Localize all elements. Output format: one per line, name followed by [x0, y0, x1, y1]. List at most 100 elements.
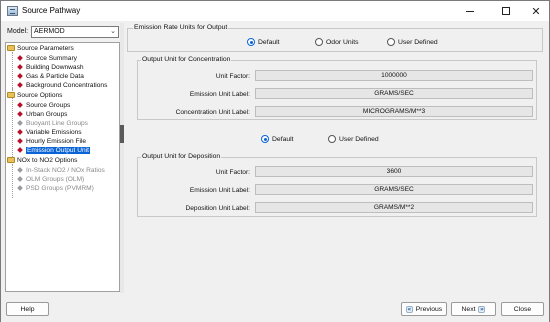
- radio-label: Default: [258, 38, 280, 46]
- radio-label: Default: [272, 135, 294, 143]
- concentration-unit-field[interactable]: MICROGRAMS/M**3: [255, 106, 533, 117]
- diamond-icon: [17, 102, 23, 109]
- app-icon: [7, 6, 18, 16]
- tree-item-label: Source Groups: [26, 102, 71, 109]
- previous-button-label: Previous: [415, 305, 443, 313]
- diamond-icon: [17, 111, 23, 118]
- diamond-icon: [17, 147, 23, 154]
- model-select[interactable]: AERMOD ⌄: [31, 26, 119, 38]
- tree-item-source-summary[interactable]: Source Summary: [17, 54, 77, 63]
- minimize-icon: [466, 10, 474, 12]
- tree-item-urban-groups[interactable]: Urban Groups: [17, 110, 67, 119]
- next-icon: »: [478, 305, 486, 313]
- tree-item-building-downwash[interactable]: Building Downwash: [17, 63, 84, 72]
- radio-user-defined-rate[interactable]: User Defined: [387, 38, 438, 46]
- diamond-icon: [17, 73, 23, 80]
- close-icon: ✕: [531, 4, 541, 18]
- tree-item-olm-groups: OLM Groups (OLM): [17, 175, 84, 184]
- radio-label: User Defined: [398, 38, 438, 46]
- tree-item-variable-emissions[interactable]: Variable Emissions: [17, 128, 82, 137]
- tree-item-label: OLM Groups (OLM): [26, 176, 85, 183]
- folder-icon: [7, 45, 15, 52]
- splitter-grip-icon[interactable]: [120, 125, 124, 143]
- concentration-unit-label-text: Concentration Unit Label:: [175, 109, 250, 116]
- diamond-icon: [17, 185, 23, 192]
- tree-item-label: Source Summary: [26, 55, 77, 62]
- tree-item-label: Source Options: [17, 92, 63, 99]
- radio-label: Odor Units: [326, 38, 359, 46]
- tree-item-label: Urban Groups: [26, 111, 68, 118]
- source-pathway-window: Source Pathway ✕ Model: AERMOD ⌄ Source …: [0, 0, 550, 322]
- chevron-down-icon: ⌄: [110, 28, 116, 35]
- diamond-icon: [17, 64, 23, 71]
- tree-item-label: Building Downwash: [26, 64, 84, 71]
- deposition-unit-field[interactable]: GRAMS/M**2: [255, 202, 533, 213]
- tree-folder-source-parameters[interactable]: Source Parameters: [7, 44, 74, 53]
- tree-item-in-stack-ratios: In-Stack NO2 / NOx Ratios: [17, 166, 105, 175]
- panel-splitter[interactable]: [120, 23, 124, 293]
- emission-unit-field[interactable]: GRAMS/SEC: [255, 88, 533, 99]
- close-window-button[interactable]: ✕: [521, 1, 550, 21]
- tree-item-label: In-Stack NO2 / NOx Ratios: [26, 167, 105, 174]
- radio-selected-icon: [247, 38, 255, 46]
- title-bar: Source Pathway ✕: [1, 1, 549, 21]
- tree-item-label: Emission Output Unit: [26, 147, 90, 154]
- deposition-unit-factor-field[interactable]: 3600: [255, 166, 533, 177]
- diamond-icon: [17, 55, 23, 62]
- minimize-button[interactable]: [455, 1, 485, 21]
- deposition-unit-label-text: Deposition Unit Label:: [185, 205, 250, 212]
- tree-item-label: Source Parameters: [17, 45, 74, 52]
- tree-item-label: Gas & Particle Data: [26, 73, 84, 80]
- previous-icon: «: [405, 305, 413, 313]
- deposition-unit-factor-label: Unit Factor:: [215, 169, 250, 176]
- model-label: Model:: [7, 28, 29, 35]
- radio-label: User Defined: [339, 135, 379, 143]
- emission-output-unit-panel: Emission Rate Units for Output Default O…: [125, 23, 545, 293]
- tree-item-label: PSD Groups (PVMRM): [26, 185, 94, 192]
- next-button[interactable]: Next»: [451, 302, 496, 316]
- tree-item-buoyant-line-groups: Buoyant Line Groups: [17, 119, 88, 128]
- left-panel: Model: AERMOD ⌄ Source Parameters Source…: [4, 23, 120, 293]
- tree-connector: [12, 52, 13, 90]
- next-button-label: Next: [461, 305, 476, 313]
- maximize-icon: [502, 7, 510, 15]
- tree-folder-nox-to-no2-options[interactable]: NOx to NO2 Options: [7, 156, 77, 165]
- unit-factor-label: Unit Factor:: [215, 73, 250, 80]
- radio-default-deposition[interactable]: Default: [261, 135, 294, 143]
- radio-odor-units[interactable]: Odor Units: [315, 38, 358, 46]
- radio-default-rate[interactable]: Default: [247, 38, 280, 46]
- emission-unit-label-text: Emission Unit Label:: [189, 91, 250, 98]
- previous-button[interactable]: «Previous: [401, 302, 447, 316]
- close-button[interactable]: Close: [501, 302, 544, 316]
- radio-selected-icon: [261, 135, 269, 143]
- model-value: AERMOD: [34, 28, 65, 35]
- tree-item-gas-particle-data[interactable]: Gas & Particle Data: [17, 72, 84, 81]
- tree-item-psd-groups: PSD Groups (PVMRM): [17, 184, 94, 193]
- maximize-button[interactable]: [491, 1, 521, 21]
- diamond-icon: [17, 82, 23, 89]
- tree-item-hourly-emission-file[interactable]: Hourly Emission File: [17, 137, 86, 146]
- emission-rate-units-title: Emission Rate Units for Output: [133, 24, 229, 31]
- tree-folder-source-options[interactable]: Source Options: [7, 91, 62, 100]
- deposition-emission-unit-field[interactable]: GRAMS/SEC: [255, 184, 533, 195]
- unit-factor-field[interactable]: 1000000: [255, 70, 533, 81]
- tree-item-label: Variable Emissions: [26, 129, 82, 136]
- deposition-emission-unit-label-text: Emission Unit Label:: [189, 187, 250, 194]
- tree-item-background-concentrations[interactable]: Background Concentrations: [17, 81, 107, 90]
- help-button[interactable]: Help: [6, 302, 49, 316]
- deposition-group-title: Output Unit for Deposition: [141, 153, 222, 160]
- diamond-icon: [17, 138, 23, 145]
- help-button-label: Help: [20, 305, 35, 313]
- close-button-label: Close: [513, 305, 532, 313]
- diamond-icon: [17, 167, 23, 174]
- folder-icon: [7, 157, 15, 164]
- tree-item-source-groups[interactable]: Source Groups: [17, 101, 70, 110]
- radio-unselected-icon: [387, 38, 395, 46]
- radio-user-defined-deposition[interactable]: User Defined: [328, 135, 379, 143]
- diamond-icon: [17, 176, 23, 183]
- concentration-group-title: Output Unit for Concentration: [141, 56, 232, 63]
- tree-item-emission-output-unit[interactable]: Emission Output Unit: [17, 146, 90, 155]
- tree-item-label: NOx to NO2 Options: [17, 157, 78, 164]
- radio-unselected-icon: [315, 38, 323, 46]
- pathway-tree[interactable]: Source Parameters Source Summary Buildin…: [5, 42, 120, 292]
